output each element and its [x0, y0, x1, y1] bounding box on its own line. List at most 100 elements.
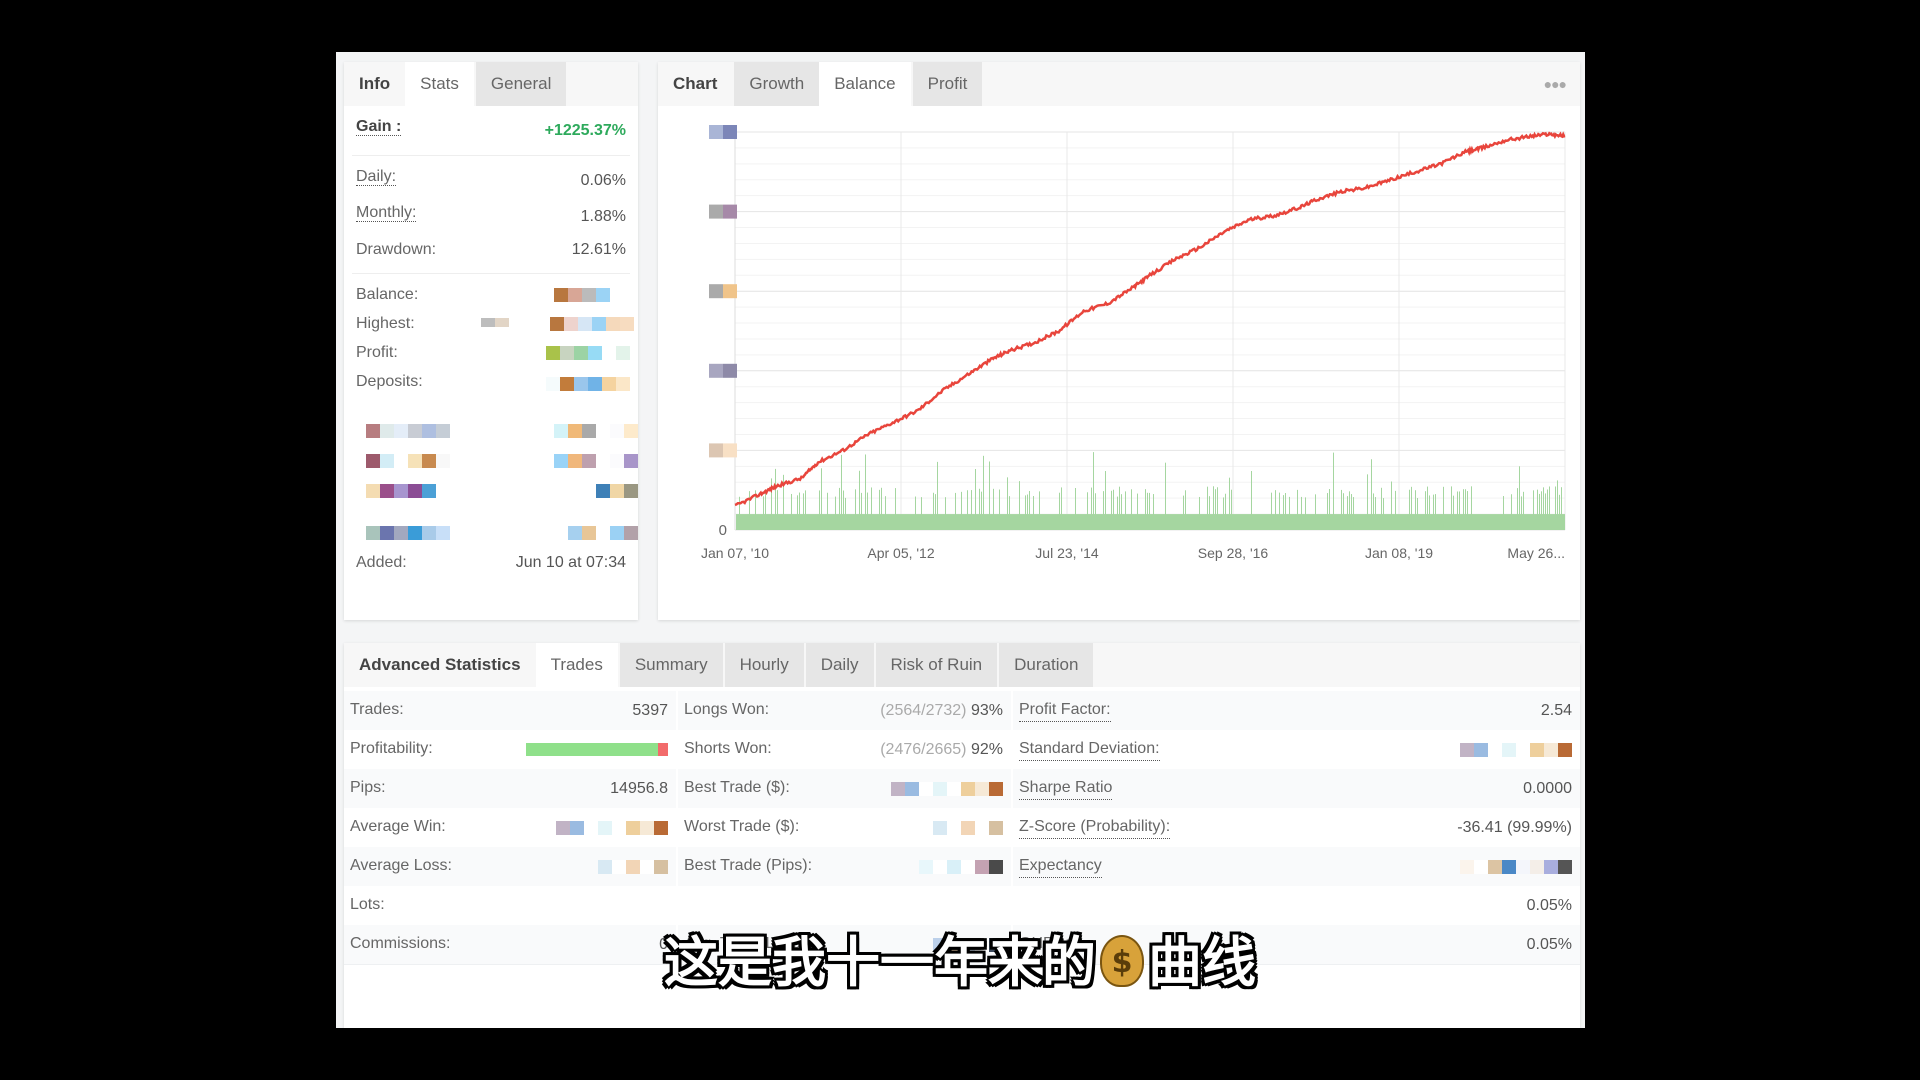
volume-bar: [1213, 486, 1214, 530]
tab-advanced-statistics[interactable]: Advanced Statistics: [344, 643, 536, 687]
volume-bar: [955, 492, 956, 530]
x-tick-label: Jan 07, '10: [701, 545, 769, 561]
volume-bar: [749, 491, 750, 530]
redacted-field: [568, 526, 638, 540]
tab-hourly[interactable]: Hourly: [724, 643, 804, 687]
volume-bar: [1275, 490, 1276, 530]
drawdown-value: 12.61%: [571, 241, 626, 258]
volume-bar: [867, 492, 868, 530]
tab-summary[interactable]: Summary: [619, 643, 723, 687]
volume-bar: [1315, 494, 1316, 530]
volume-bar: [1251, 471, 1252, 530]
daily-row: Daily: 0.06%: [356, 168, 626, 189]
volume-bar: [1391, 481, 1392, 530]
gain-label[interactable]: Gain :: [356, 118, 402, 136]
tab-risk-of-ruin[interactable]: Risk of Ruin: [875, 643, 998, 687]
volume-bar: [1555, 486, 1556, 530]
volume-bar: [1095, 493, 1096, 530]
volume-bar: [1009, 496, 1010, 530]
volume-bar: [1371, 459, 1372, 530]
volume-bar: [1231, 489, 1232, 530]
x-tick-label: Jul 23, '14: [1035, 545, 1099, 561]
stat-label[interactable]: Z-Score (Probability):: [1019, 816, 1171, 839]
volume-bar: [1561, 487, 1562, 530]
redacted-balance-value: [554, 288, 610, 302]
tab-daily[interactable]: Daily: [805, 643, 874, 687]
volume-bar: [1117, 496, 1118, 530]
more-horizontal-icon[interactable]: ●●●: [1544, 76, 1567, 92]
redacted-highest-value: [550, 317, 634, 331]
stat-label[interactable]: Profit Factor:: [1019, 699, 1111, 722]
stat-label[interactable]: Standard Deviation:: [1019, 738, 1160, 761]
volume-bar: [1543, 487, 1544, 530]
drawdown-label: Drawdown:: [356, 241, 437, 258]
volume-bar: [1411, 486, 1412, 530]
x-tick-label: Apr 05, '12: [867, 545, 934, 561]
balance-line: [734, 131, 1566, 507]
divider: [352, 155, 630, 156]
redacted-y-tick-label: [709, 443, 723, 458]
volume-bar: [1353, 497, 1354, 530]
volume-bar: [879, 489, 880, 530]
volume-bar: [1549, 486, 1550, 530]
stat-value: 14956.8: [610, 780, 668, 797]
volume-bar: [805, 490, 806, 530]
volume-bar: [1329, 489, 1330, 530]
tab-general[interactable]: General: [475, 62, 567, 106]
stat-label[interactable]: Sharpe Ratio: [1019, 777, 1113, 800]
chart-tabs: Chart Growth Balance Profit: [658, 62, 1580, 106]
volume-bar: [1465, 489, 1466, 530]
volume-bar: [981, 491, 982, 530]
volume-bar: [937, 461, 938, 530]
tab-balance[interactable]: Balance: [819, 62, 911, 106]
volume-bar: [915, 496, 916, 530]
volume-bar: [1541, 491, 1542, 530]
volume-bar: [895, 488, 896, 530]
stat-row: Sharpe Ratio 0.0000: [1013, 769, 1580, 809]
divider: [352, 273, 630, 274]
volume-bar: [1091, 487, 1092, 530]
volume-bar: [845, 497, 846, 530]
volume-bar: [1119, 486, 1120, 530]
tab-info[interactable]: Info: [344, 62, 406, 106]
volume-bar: [1061, 487, 1062, 530]
volume-bar: [871, 487, 872, 530]
tab-chart[interactable]: Chart: [658, 62, 733, 106]
y-tick-label: 0: [719, 522, 727, 539]
tab-growth[interactable]: Growth: [734, 62, 820, 106]
stat-row: Best Trade ($):: [678, 769, 1011, 809]
balance-label: Balance:: [356, 286, 419, 303]
stat-value: 2.54: [1540, 702, 1572, 719]
volume-bar: [1207, 486, 1208, 530]
volume-bar: [835, 496, 836, 530]
stat-value-ratio: (2476/2665): [880, 741, 967, 758]
tab-duration[interactable]: Duration: [999, 643, 1094, 687]
tab-profit[interactable]: Profit: [912, 62, 983, 106]
volume-bar: [979, 488, 980, 530]
monthly-label[interactable]: Monthly:: [356, 204, 417, 222]
stat-row: Profit Factor: 2.54: [1013, 691, 1580, 731]
volume-bar: [1451, 486, 1452, 530]
y-axis-labels: 0: [709, 125, 737, 539]
volume-bar: [1533, 490, 1534, 530]
tab-trades[interactable]: Trades: [535, 643, 618, 687]
advanced-tabs: Advanced Statistics Trades Summary Hourl…: [344, 643, 1580, 687]
redacted-field: [554, 454, 638, 468]
redacted-y-tick-label: [723, 443, 737, 458]
volume-bar: [1381, 487, 1382, 530]
redacted-y-tick-label: [723, 284, 737, 299]
volume-bar: [1373, 493, 1374, 530]
volume-bar: [989, 461, 990, 530]
added-row: Added: Jun 10 at 07:34: [356, 554, 626, 572]
daily-label[interactable]: Daily:: [356, 168, 397, 186]
volume-bar: [1559, 494, 1560, 530]
volume-bar: [1429, 495, 1430, 530]
volume-bar: [935, 494, 936, 530]
volume-bar: [775, 468, 776, 530]
volume-bar: [1341, 489, 1342, 530]
tab-stats[interactable]: Stats: [405, 62, 474, 106]
volume-bar: [1225, 493, 1226, 530]
stat-label[interactable]: Expectancy: [1019, 855, 1102, 878]
volume-bar: [1443, 486, 1444, 530]
volume-bar: [1019, 481, 1020, 530]
